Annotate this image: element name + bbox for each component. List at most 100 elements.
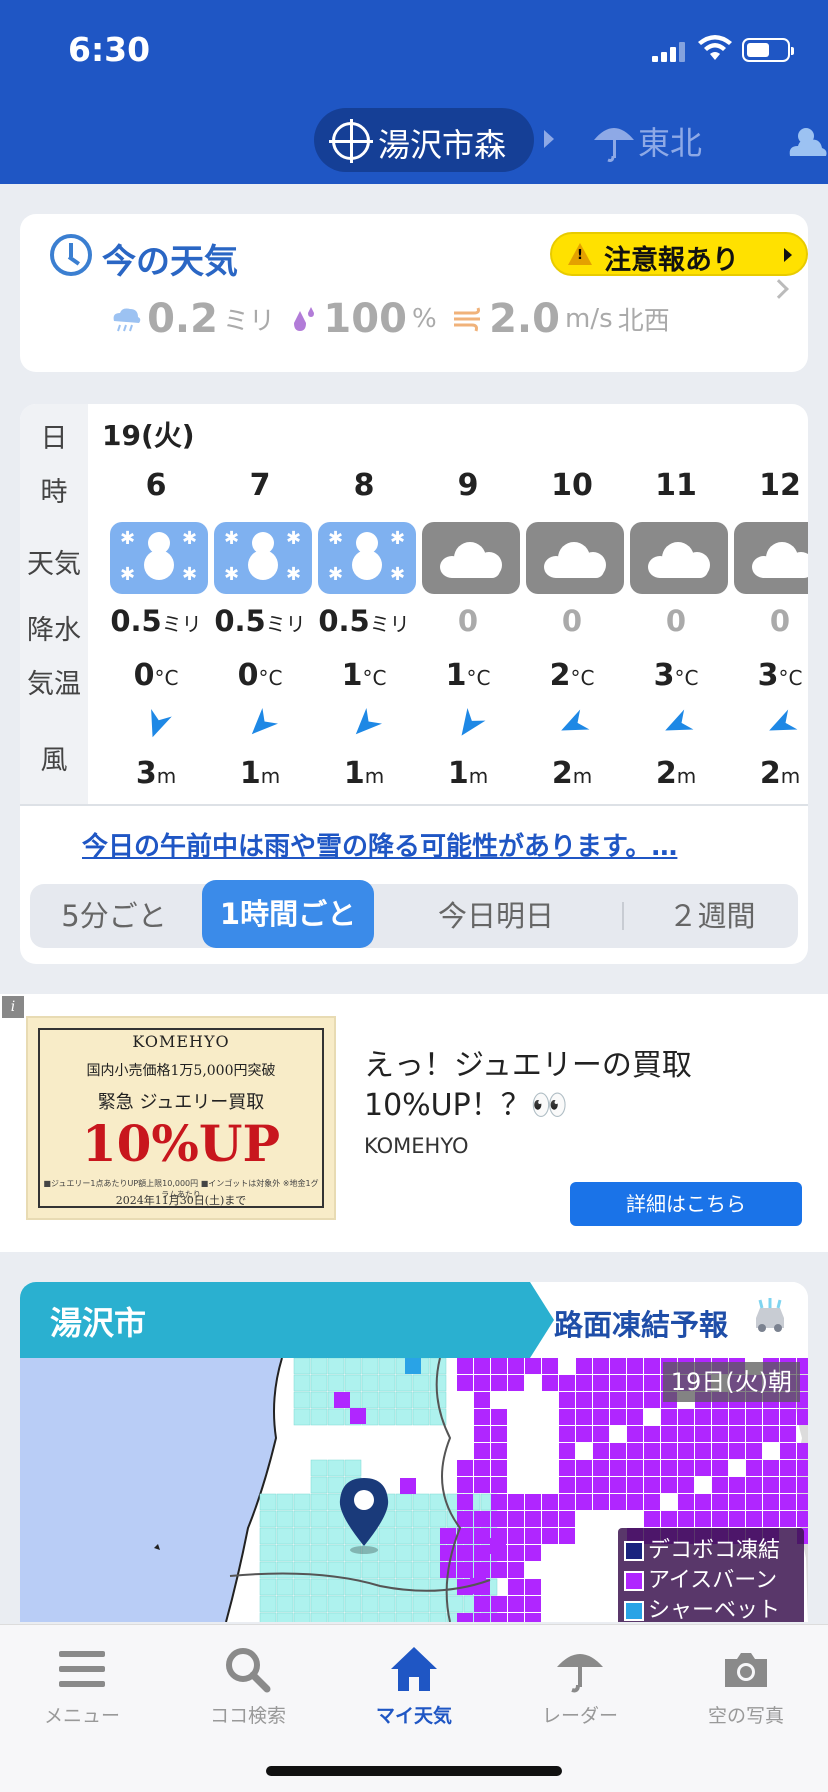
wind-speed: 2	[759, 756, 781, 791]
temp-unit: °C	[154, 666, 179, 690]
map-cell	[293, 1527, 311, 1545]
humidity-value: 100	[323, 296, 407, 342]
map-cell	[474, 1460, 490, 1476]
map-cell	[729, 1494, 745, 1510]
map-cell	[474, 1477, 490, 1493]
map-cell	[344, 1374, 362, 1392]
map-cell	[395, 1374, 413, 1392]
map-cell	[678, 1443, 694, 1459]
map-cell	[559, 1426, 575, 1442]
tab-2weeks[interactable]: ２週間	[626, 884, 798, 948]
map-cell	[661, 1460, 677, 1476]
map-cell	[508, 1596, 524, 1612]
map-cell	[508, 1511, 524, 1527]
hour-column: 12 0 3°C 2m	[730, 404, 808, 804]
map-cell	[491, 1358, 507, 1374]
map-cell	[576, 1426, 592, 1442]
map-cell	[378, 1408, 396, 1426]
map-cell	[310, 1391, 328, 1409]
region-tab[interactable]: 東北	[638, 118, 702, 164]
wind-cell: 3m	[106, 756, 206, 791]
map-cell	[310, 1595, 328, 1613]
road-freeze-card[interactable]: 湯沢市 路面凍結予報 19日(火)朝 デコボコ凍結 アイスバーン シャーベット	[20, 1282, 808, 1622]
nav-label: メニュー	[43, 1705, 120, 1727]
map-cell	[576, 1494, 592, 1510]
hour-column: 8 ✱ ✱ ✱ ✱ 0.5ミリ 1°C 1m	[314, 404, 416, 804]
map-cell	[334, 1392, 350, 1408]
map-cell	[763, 1426, 779, 1442]
ad-info-icon[interactable]: i	[2, 996, 24, 1018]
nav-label: 空の写真	[707, 1705, 784, 1727]
map-cell	[474, 1613, 490, 1622]
ad-title[interactable]: えっ！ジュエリーの買取10%UP！？👀	[364, 1046, 784, 1126]
map-cell	[627, 1443, 643, 1459]
road-freeze-map[interactable]: 19日(火)朝 デコボコ凍結 アイスバーン シャーベット	[20, 1358, 808, 1622]
hour-column: 10 0 2°C 2m	[522, 404, 624, 804]
alert-badge[interactable]: ! 注意報あり	[550, 232, 808, 276]
location-pill[interactable]: 湯沢市森	[314, 108, 534, 172]
map-cell	[780, 1460, 796, 1476]
wind-unit: m	[260, 764, 281, 788]
map-cell	[644, 1375, 660, 1391]
map-cell	[661, 1409, 677, 1425]
nav-sky-photo[interactable]: 空の写真	[666, 1639, 826, 1735]
nav-radar[interactable]: レーダー	[500, 1639, 660, 1735]
row-label-day: 日	[40, 423, 68, 454]
map-cell	[491, 1562, 507, 1578]
temp-unit: °C	[570, 666, 595, 690]
tab-hourly[interactable]: 1時間ごと	[202, 880, 374, 948]
map-cell	[310, 1612, 328, 1622]
forecast-tabs: 5分ごと 1時間ごと 今日明日 ２週間	[30, 880, 798, 948]
ad-image[interactable]: KOMEHYO 国内小売価格1万5,000円突破 緊急 ジュエリー買取 10%U…	[26, 1016, 336, 1220]
map-cell	[576, 1460, 592, 1476]
map-cell	[310, 1459, 328, 1477]
map-legend: デコボコ凍結 アイスバーン シャーベット	[618, 1528, 804, 1622]
nav-menu[interactable]: メニュー	[2, 1639, 162, 1735]
precip-cell: 0	[418, 604, 518, 638]
nav-search[interactable]: ココ検索	[168, 1639, 328, 1735]
forecast-comment-link[interactable]: 今日の午前中は雨や雪の降る可能性があります。…	[82, 826, 677, 863]
map-cell	[559, 1409, 575, 1425]
map-cell	[259, 1595, 277, 1613]
current-weather-card[interactable]: 今の天気 ! 注意報あり 0.2 ミリ 100 % 2.0 m/s 北西	[20, 214, 808, 372]
map-cell	[457, 1545, 473, 1561]
ad-banner[interactable]: i KOMEHYO 国内小売価格1万5,000円突破 緊急 ジュエリー買取 10…	[0, 994, 828, 1252]
temp-unit: °C	[362, 666, 387, 690]
map-cell	[763, 1511, 779, 1527]
map-cell	[508, 1375, 524, 1391]
tab-today-tomorrow[interactable]: 今日明日	[374, 884, 618, 948]
map-cell	[259, 1527, 277, 1545]
precip-amount: 0	[665, 604, 687, 638]
map-cell	[797, 1494, 808, 1510]
map-cell	[746, 1511, 762, 1527]
temp-cell: 1°C	[418, 658, 518, 693]
map-cell	[559, 1528, 575, 1544]
cloud-shape	[648, 542, 710, 578]
nav-label: レーダー	[541, 1705, 618, 1727]
map-cell	[412, 1595, 430, 1613]
wind-direction-icon	[561, 709, 590, 731]
map-cell	[378, 1612, 396, 1622]
map-cell	[429, 1578, 447, 1596]
cloud-shape	[440, 542, 502, 578]
precip-cell: 0.5ミリ	[106, 604, 206, 638]
map-cell	[259, 1493, 277, 1511]
nav-my-weather[interactable]: マイ天気	[334, 1639, 494, 1735]
wind-direction: 北西	[617, 306, 670, 337]
legend-swatch	[624, 1541, 644, 1561]
tab-5min[interactable]: 5分ごと	[30, 884, 198, 948]
map-cell	[780, 1494, 796, 1510]
map-cell	[644, 1392, 660, 1408]
precip-cell: 0	[626, 604, 726, 638]
ad-cta-button[interactable]: 詳細はこちら	[570, 1182, 802, 1226]
map-cell	[593, 1392, 609, 1408]
map-cell	[746, 1443, 762, 1459]
wind-unit: m	[156, 764, 177, 788]
map-cell	[559, 1443, 575, 1459]
map-cell	[644, 1511, 660, 1527]
map-cell	[276, 1578, 294, 1596]
wind-unit: m	[676, 764, 697, 788]
map-cell	[344, 1595, 362, 1613]
map-cell	[276, 1527, 294, 1545]
map-cell	[327, 1595, 345, 1613]
